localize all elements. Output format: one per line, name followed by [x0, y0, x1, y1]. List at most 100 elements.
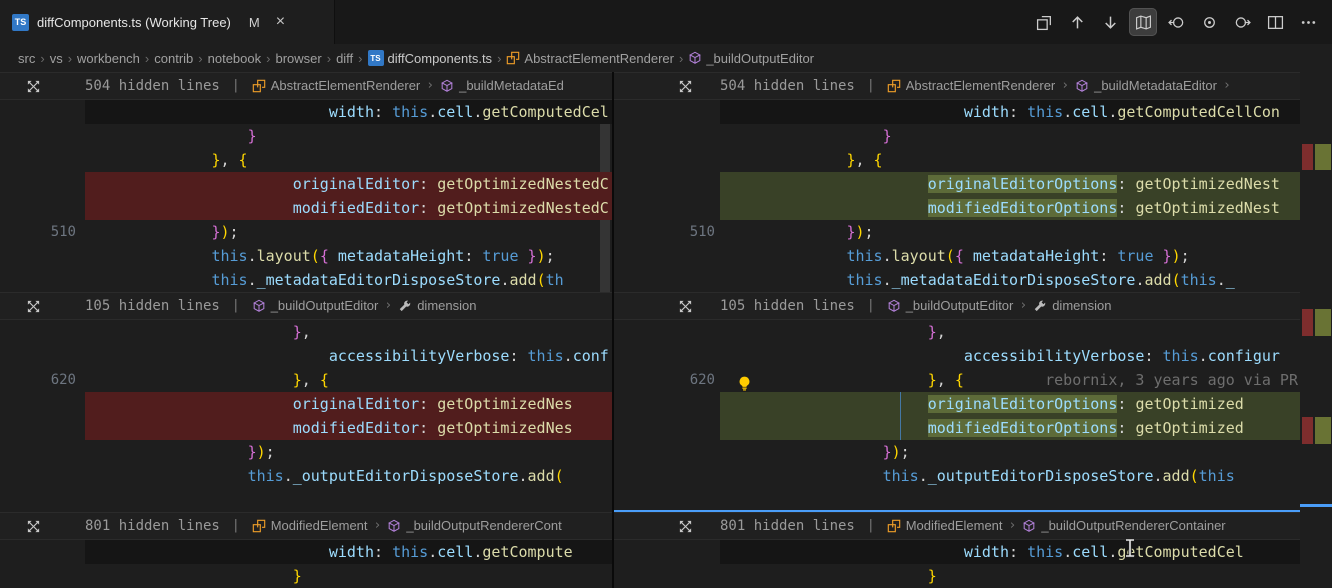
- fold-symbol-_buildMetadataEditor[interactable]: _buildMetadataEditor: [1075, 73, 1217, 99]
- breadcrumb-folder-browser[interactable]: browser: [275, 51, 321, 66]
- breadcrumb-symbol-_buildOutputEditor[interactable]: _buildOutputEditor: [688, 51, 814, 66]
- line-number: [614, 244, 720, 268]
- previous-change-button[interactable]: [1063, 8, 1091, 36]
- unfold-icon[interactable]: [678, 519, 693, 534]
- breadcrumb-folder-vs[interactable]: vs: [50, 51, 63, 66]
- breadcrumb-folder-diff[interactable]: diff: [336, 51, 353, 66]
- folded-region-header[interactable]: 105 hidden lines|_buildOutputEditor›dime…: [0, 292, 612, 320]
- code-line[interactable]: width: this.cell.getComputedCel: [614, 540, 1332, 564]
- code-line[interactable]: }, {: [0, 148, 612, 172]
- folded-region-header[interactable]: 801 hidden lines|ModifiedElement›_buildO…: [0, 512, 612, 540]
- fold-symbol-dimension[interactable]: dimension: [1033, 293, 1111, 319]
- code-line[interactable]: originalEditor: getOptimizedNestedC: [0, 172, 612, 196]
- code-line[interactable]: modifiedEditor: getOptimizedNes: [0, 416, 612, 440]
- line-number: [0, 540, 85, 564]
- folded-region-header[interactable]: 801 hidden lines|ModifiedElement›_buildO…: [614, 512, 1332, 540]
- code-line[interactable]: accessibilityVerbose: this.conf: [0, 344, 612, 368]
- breadcrumb-file[interactable]: TSdiffComponents.ts: [368, 50, 493, 66]
- line-number[interactable]: 620: [0, 368, 85, 392]
- fold-symbol-ModifiedElement[interactable]: ModifiedElement: [252, 513, 368, 539]
- editor-tab[interactable]: TS diffComponents.ts (Working Tree) M ×: [0, 0, 335, 44]
- fold-symbol-dimension[interactable]: dimension: [398, 293, 476, 319]
- code-line[interactable]: width: this.cell.getComputedCellCon: [614, 100, 1332, 124]
- fold-symbol-_buildOutputEditor[interactable]: _buildOutputEditor: [252, 293, 379, 319]
- unfold-icon[interactable]: [26, 299, 41, 314]
- code-line[interactable]: 510 });: [0, 220, 612, 244]
- more-actions-button[interactable]: [1294, 8, 1322, 36]
- collapse-unchanged-regions-button[interactable]: [1129, 8, 1157, 36]
- code-line[interactable]: }: [614, 564, 1332, 588]
- code-line[interactable]: 620 }, { rebornix, 3 years ago via PR: [614, 368, 1332, 392]
- code-line[interactable]: originalEditorOptions: getOptimizedNest: [614, 172, 1332, 196]
- code-line[interactable]: });: [0, 440, 612, 464]
- fold-symbol-AbstractElementRenderer[interactable]: AbstractElementRenderer: [252, 73, 421, 99]
- code-line[interactable]: width: this.cell.getCompute: [0, 540, 612, 564]
- focus-disassembly-button[interactable]: [1195, 8, 1223, 36]
- code-line[interactable]: 620 }, {: [0, 368, 612, 392]
- line-number[interactable]: 620: [614, 368, 720, 392]
- code-line[interactable]: this._metadataEditorDisposeStore.add(th: [0, 268, 612, 292]
- folded-region-header[interactable]: 105 hidden lines|_buildOutputEditor›dime…: [614, 292, 1332, 320]
- fold-symbol-label: AbstractElementRenderer: [906, 73, 1056, 99]
- code-content: },: [85, 320, 612, 344]
- breadcrumb-folder-contrib[interactable]: contrib: [154, 51, 193, 66]
- code-line[interactable]: }: [0, 124, 612, 148]
- fold-symbol-label: AbstractElementRenderer: [271, 73, 421, 99]
- tab-bar: TS diffComponents.ts (Working Tree) M ×: [0, 0, 1332, 44]
- code-line[interactable]: this.layout({ metadataHeight: true });: [0, 244, 612, 268]
- code-line[interactable]: this._outputEditorDisposeStore.add(: [0, 464, 612, 488]
- code-line[interactable]: }: [614, 124, 1332, 148]
- overview-ruler[interactable]: [1300, 72, 1332, 588]
- code-line[interactable]: width: this.cell.getComputedCel: [0, 100, 612, 124]
- fold-symbol-_buildOutputRendererCont[interactable]: _buildOutputRendererCont: [387, 513, 561, 539]
- breadcrumb-separator: ›: [353, 51, 367, 66]
- breadcrumb-folder-src[interactable]: src: [18, 51, 35, 66]
- code-content: width: this.cell.getCompute: [85, 540, 612, 564]
- code-line[interactable]: }, {: [614, 148, 1332, 172]
- code-line[interactable]: 510 });: [614, 220, 1332, 244]
- unfold-icon[interactable]: [678, 79, 693, 94]
- line-number[interactable]: 510: [614, 220, 720, 244]
- code-line[interactable]: originalEditor: getOptimizedNes: [0, 392, 612, 416]
- code-line[interactable]: },: [0, 320, 612, 344]
- code-line[interactable]: modifiedEditor: getOptimizedNestedC: [0, 196, 612, 220]
- fold-symbol-AbstractElementRenderer[interactable]: AbstractElementRenderer: [887, 73, 1056, 99]
- split-editor-button[interactable]: [1261, 8, 1289, 36]
- blame-annotation: rebornix, 3 years ago via PR: [1045, 371, 1298, 389]
- fold-symbol-_buildOutputRendererContainer[interactable]: _buildOutputRendererContainer: [1022, 513, 1225, 539]
- modified-badge: M: [249, 15, 260, 30]
- code-line[interactable]: this._metadataEditorDisposeStore.add(thi…: [614, 268, 1332, 292]
- folded-region-header[interactable]: 504 hidden lines|AbstractElementRenderer…: [614, 72, 1332, 100]
- fold-symbol-ModifiedElement[interactable]: ModifiedElement: [887, 513, 1003, 539]
- next-change-button[interactable]: [1096, 8, 1124, 36]
- code-line[interactable]: modifiedEditorOptions: getOptimized: [614, 416, 1332, 440]
- code-line[interactable]: });: [614, 440, 1332, 464]
- code-line[interactable]: modifiedEditorOptions: getOptimizedNest: [614, 196, 1332, 220]
- code-line[interactable]: this._outputEditorDisposeStore.add(this: [614, 464, 1332, 488]
- line-number[interactable]: 510: [0, 220, 85, 244]
- breadcrumb-symbol-AbstractElementRenderer[interactable]: AbstractElementRenderer: [506, 51, 674, 66]
- code-line[interactable]: },: [614, 320, 1332, 344]
- unfold-icon[interactable]: [678, 299, 693, 314]
- fold-gutter: [0, 299, 85, 314]
- code-line[interactable]: originalEditorOptions: getOptimized: [614, 392, 1332, 416]
- unfold-icon[interactable]: [26, 79, 41, 94]
- revert-left-button[interactable]: [1162, 8, 1190, 36]
- breadcrumb-folder-notebook[interactable]: notebook: [208, 51, 262, 66]
- fold-summary: 801 hidden lines|ModifiedElement›_buildO…: [85, 513, 562, 539]
- open-changes-button[interactable]: [1030, 8, 1058, 36]
- code-line[interactable]: }: [0, 564, 612, 588]
- code-line[interactable]: accessibilityVerbose: this.configur: [614, 344, 1332, 368]
- unfold-icon[interactable]: [26, 519, 41, 534]
- breadcrumb-folder-workbench[interactable]: workbench: [77, 51, 140, 66]
- class-icon: [252, 79, 266, 93]
- line-number: [0, 148, 85, 172]
- close-tab-button[interactable]: ×: [276, 14, 285, 30]
- fold-symbol-_buildOutputEditor[interactable]: _buildOutputEditor: [887, 293, 1014, 319]
- fold-symbol-_buildMetadataEd[interactable]: _buildMetadataEd: [440, 73, 564, 99]
- code-line[interactable]: this.layout({ metadataHeight: true });: [614, 244, 1332, 268]
- folded-region-header[interactable]: 504 hidden lines|AbstractElementRenderer…: [0, 72, 612, 100]
- code-content: }, {: [85, 368, 612, 392]
- revert-right-button[interactable]: [1228, 8, 1256, 36]
- lightbulb-icon[interactable]: [736, 371, 753, 388]
